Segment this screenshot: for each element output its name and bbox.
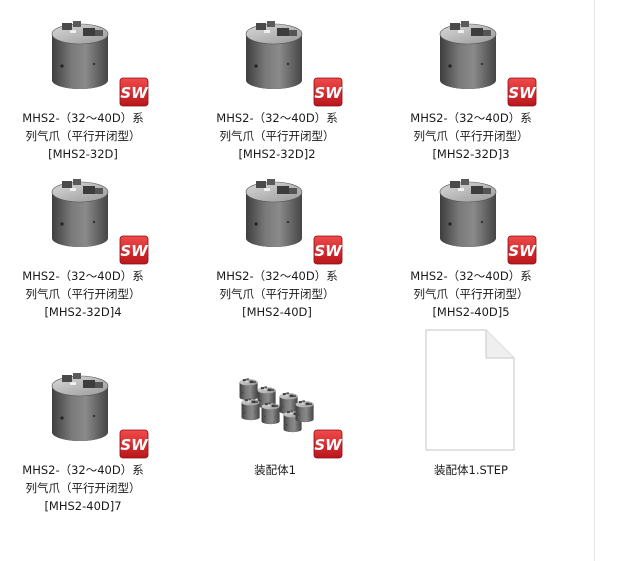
file-item[interactable]: MHS2-（32～40D）系 列气爪（平行开闭型） [MHS2-32D]4	[3, 170, 163, 320]
file-name: MHS2-（32～40D）系 列气爪（平行开闭型） [MHS2-32D]3	[410, 111, 532, 161]
file-thumbnail	[391, 12, 551, 107]
gripper-part-icon	[439, 178, 497, 248]
gripper-part-icon	[245, 178, 303, 248]
file-item[interactable]: MHS2-（32～40D）系 列气爪（平行开闭型） [MHS2-40D]	[197, 170, 357, 320]
file-thumbnail	[391, 170, 551, 265]
gripper-part-icon	[51, 178, 109, 248]
file-name: MHS2-（32～40D）系 列气爪（平行开闭型） [MHS2-32D]	[22, 111, 144, 161]
file-item[interactable]: MHS2-（32～40D）系 列气爪（平行开闭型） [MHS2-40D]7	[3, 364, 163, 514]
solidworks-badge-icon	[313, 235, 343, 265]
solidworks-badge-icon	[119, 429, 149, 459]
file-item[interactable]: MHS2-（32～40D）系 列气爪（平行开闭型） [MHS2-32D]	[3, 12, 163, 162]
gripper-part-icon	[51, 20, 109, 90]
solidworks-badge-icon	[119, 235, 149, 265]
blank-document-icon	[425, 329, 515, 451]
file-thumbnail	[195, 364, 355, 459]
assembly-grippers-icon	[239, 378, 314, 433]
gripper-part-icon	[51, 372, 109, 442]
file-thumbnail	[197, 170, 357, 265]
solidworks-badge-icon	[507, 235, 537, 265]
file-thumbnail	[197, 12, 357, 107]
file-name: MHS2-（32～40D）系 列气爪（平行开闭型） [MHS2-40D]5	[410, 269, 532, 319]
file-item[interactable]: MHS2-（32～40D）系 列气爪（平行开闭型） [MHS2-32D]3	[391, 12, 551, 162]
file-item[interactable]: 装配体1	[195, 364, 355, 514]
gripper-part-icon	[439, 20, 497, 90]
pane-divider	[594, 0, 595, 561]
file-name: MHS2-（32～40D）系 列气爪（平行开闭型） [MHS2-32D]4	[22, 269, 144, 319]
file-thumbnail	[3, 12, 163, 107]
file-item[interactable]: 装配体1.STEP	[391, 329, 551, 514]
file-name: 装配体1	[254, 463, 296, 477]
file-thumbnail	[3, 170, 163, 265]
file-item[interactable]: MHS2-（32～40D）系 列气爪（平行开闭型） [MHS2-40D]5	[391, 170, 551, 320]
file-thumbnail	[3, 364, 163, 459]
file-name: MHS2-（32～40D）系 列气爪（平行开闭型） [MHS2-40D]	[216, 269, 338, 319]
file-item[interactable]: MHS2-（32～40D）系 列气爪（平行开闭型） [MHS2-32D]2	[197, 12, 357, 162]
gripper-part-icon	[245, 20, 303, 90]
file-thumbnail	[391, 329, 551, 459]
file-name: MHS2-（32～40D）系 列气爪（平行开闭型） [MHS2-40D]7	[22, 463, 144, 513]
file-name: MHS2-（32～40D）系 列气爪（平行开闭型） [MHS2-32D]2	[216, 111, 338, 161]
solidworks-badge-icon	[313, 77, 343, 107]
file-name: 装配体1.STEP	[434, 463, 508, 477]
solidworks-badge-icon	[507, 77, 537, 107]
solidworks-badge-icon	[313, 429, 343, 459]
solidworks-badge-icon	[119, 77, 149, 107]
